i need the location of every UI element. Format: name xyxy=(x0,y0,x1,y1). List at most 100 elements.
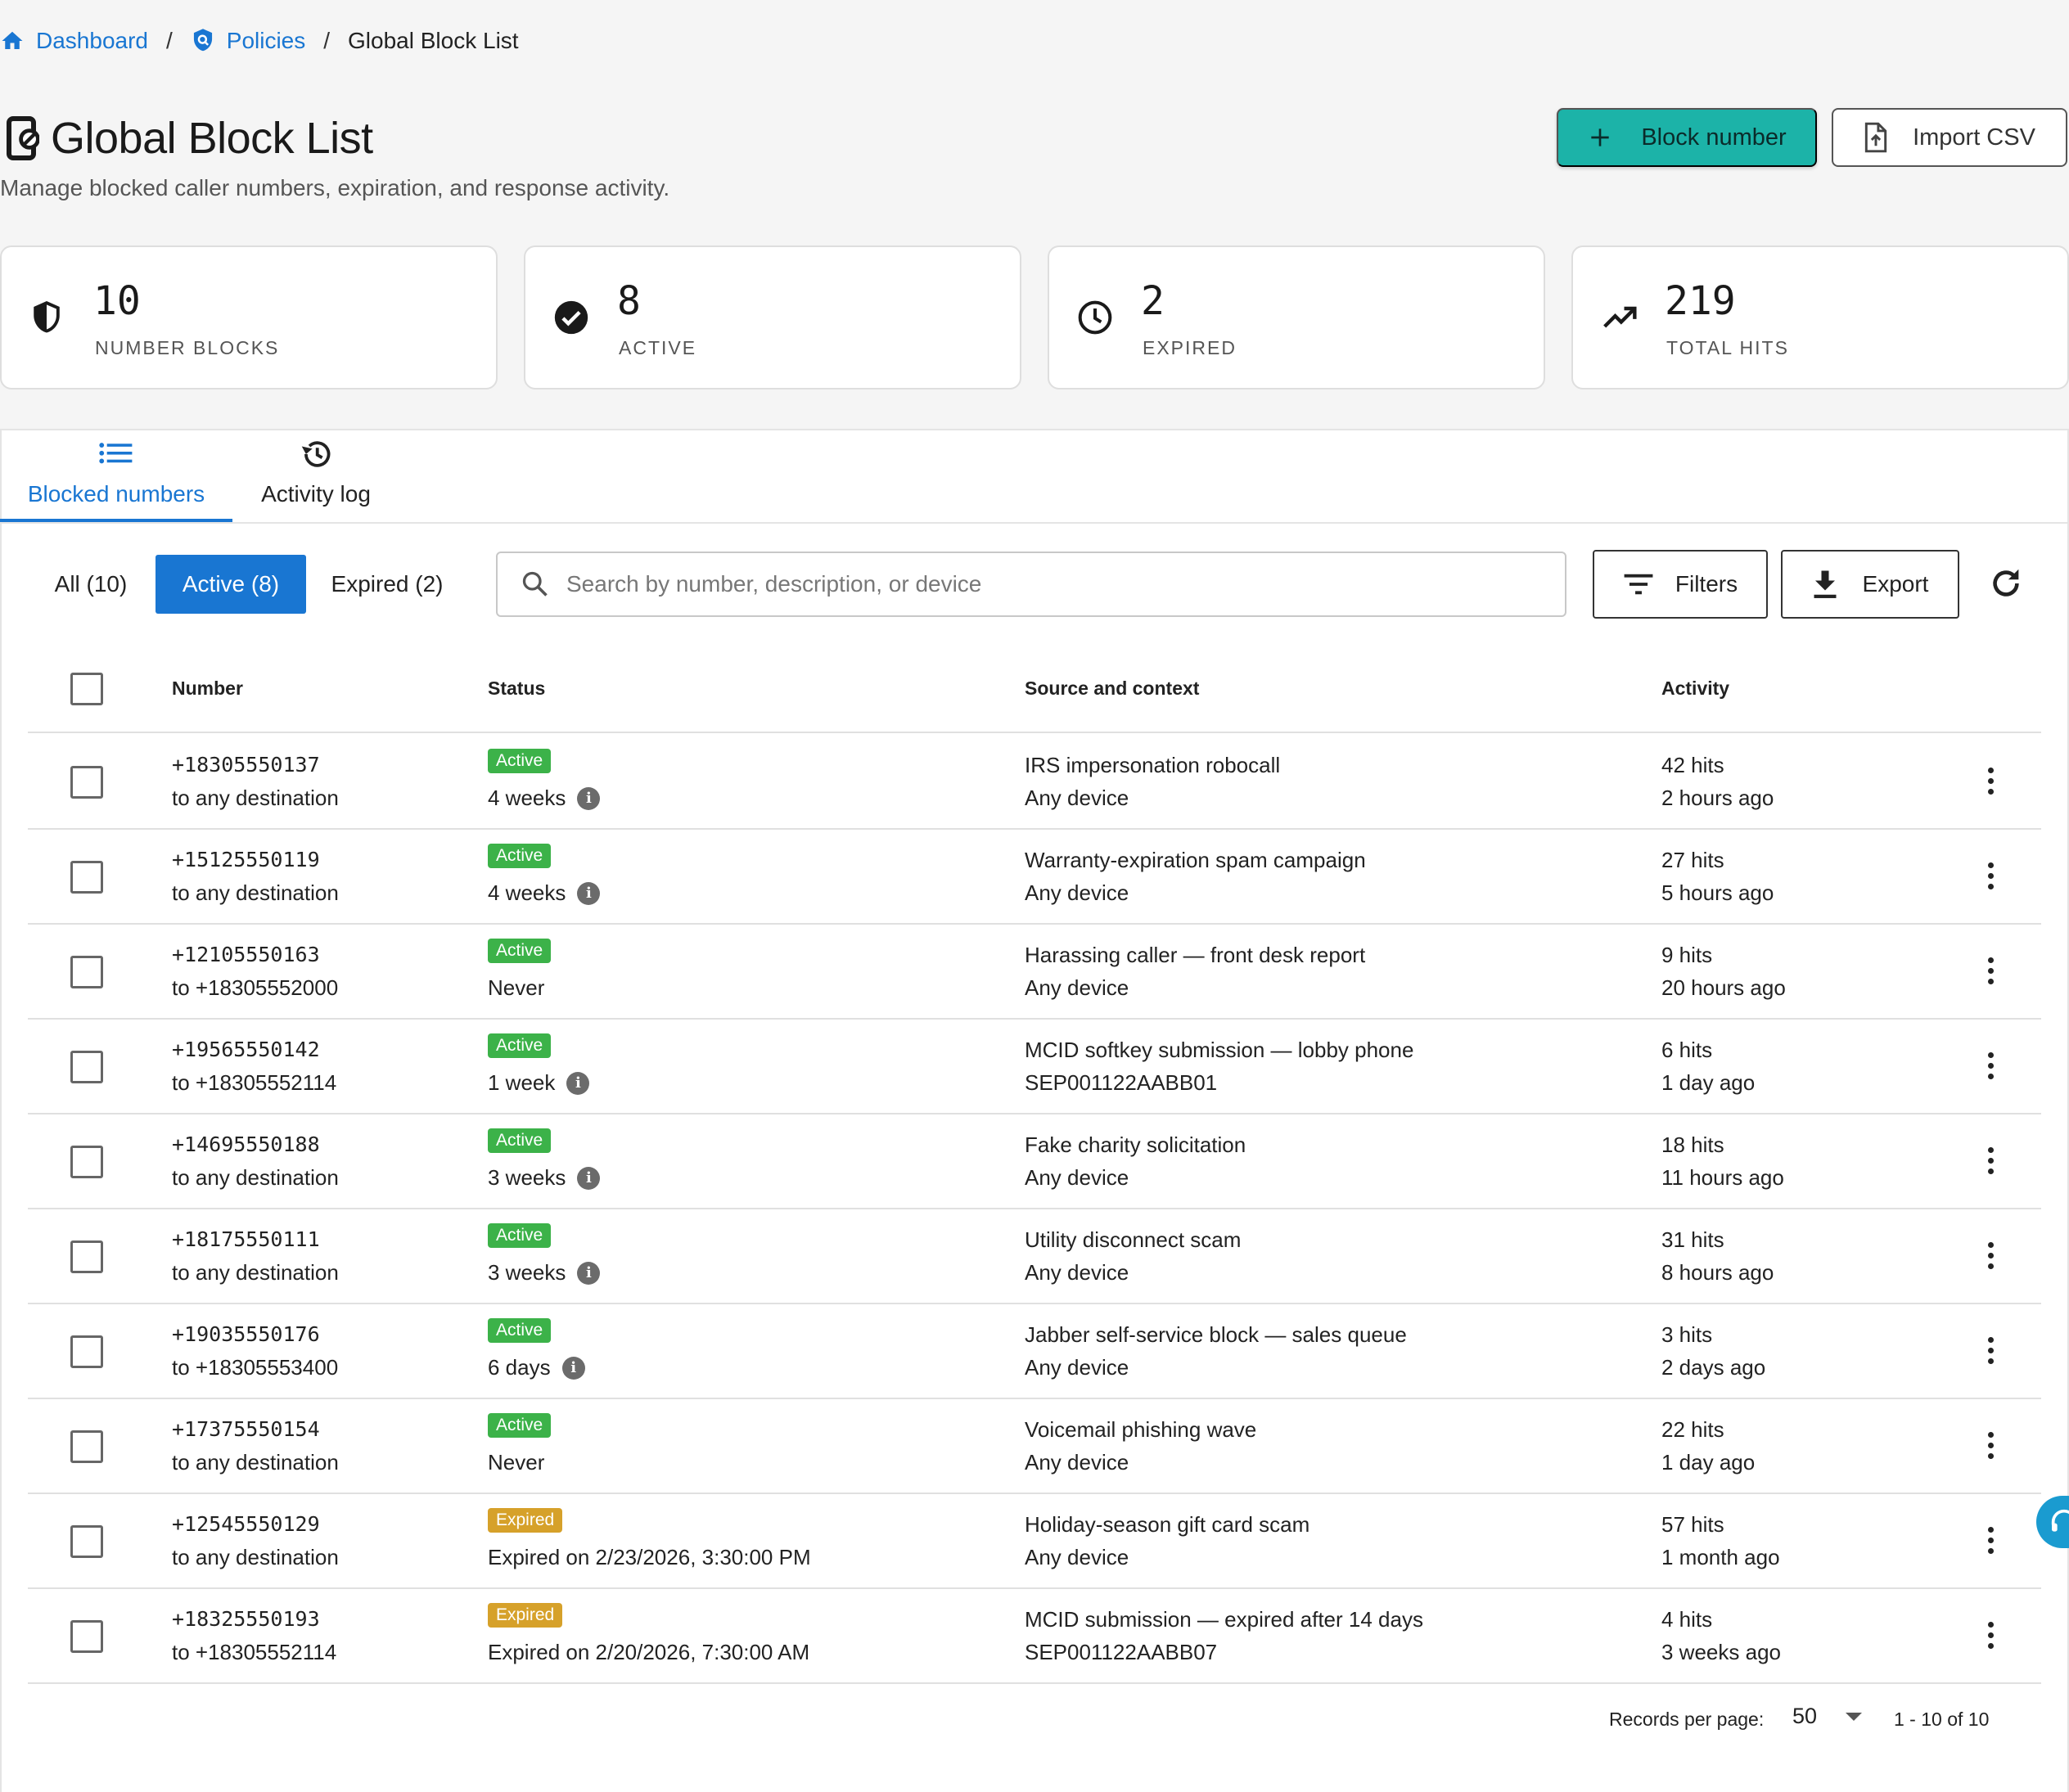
block-duration: Never xyxy=(488,1450,544,1475)
row-menu-icon[interactable] xyxy=(1982,1147,1999,1180)
row-checkbox[interactable] xyxy=(70,861,103,894)
select-all-checkbox[interactable] xyxy=(70,673,103,705)
filter-expired[interactable]: Expired (2) xyxy=(309,555,465,614)
page-title: Global Block List xyxy=(51,114,373,163)
breadcrumb-policies-link[interactable]: Policies xyxy=(191,28,305,54)
filters-label: Filters xyxy=(1675,571,1738,597)
hit-count: 3 hits xyxy=(1661,1322,1713,1347)
block-duration: 4 weeks i xyxy=(488,786,601,811)
history-icon xyxy=(299,439,333,470)
last-hit: 1 month ago xyxy=(1661,1545,1780,1569)
table-row[interactable]: +19035550176 to +18305553400 Active 6 days i… xyxy=(28,1304,2041,1399)
duration-text: 1 week xyxy=(488,1070,556,1095)
info-icon[interactable]: i xyxy=(577,881,601,905)
clock-icon xyxy=(1077,299,1113,335)
destination: to any destination xyxy=(172,1260,339,1285)
row-menu-icon[interactable] xyxy=(1982,1622,1999,1655)
tab-label: Blocked numbers xyxy=(27,481,205,507)
shield-icon xyxy=(29,299,64,337)
stat-value: 219 xyxy=(1665,278,1736,324)
blocked-number: +18175550111 xyxy=(172,1227,320,1251)
table-row[interactable]: +19565550142 to +18305552114 Active 1 week i… xyxy=(28,1020,2041,1114)
status-badge: Active xyxy=(488,1413,552,1438)
breadcrumb-dashboard-link[interactable]: Dashboard xyxy=(0,28,148,54)
info-icon[interactable]: i xyxy=(577,1166,601,1190)
table-row[interactable]: +17375550154 to any destination Active Neve… xyxy=(28,1399,2041,1494)
blocked-number: +12545550129 xyxy=(172,1512,320,1536)
info-icon[interactable]: i xyxy=(561,1356,585,1380)
row-checkbox[interactable] xyxy=(70,1240,103,1273)
search-input[interactable] xyxy=(566,571,1532,597)
row-checkbox[interactable] xyxy=(70,1146,103,1178)
block-number-button[interactable]: Block number xyxy=(1557,108,1817,167)
row-menu-icon[interactable] xyxy=(1982,1527,1999,1560)
status-badge: Active xyxy=(488,1318,552,1343)
row-checkbox[interactable] xyxy=(70,766,103,799)
destination: to any destination xyxy=(172,1545,339,1569)
tab-activity-log[interactable]: Activity log xyxy=(232,440,399,522)
source-device: Any device xyxy=(1025,880,1129,905)
row-menu-icon[interactable] xyxy=(1982,862,1999,895)
info-icon[interactable]: i xyxy=(566,1071,590,1095)
source-description: Utility disconnect scam xyxy=(1025,1227,1242,1252)
table-row[interactable]: +18325550193 to +18305552114 Expired Expire… xyxy=(28,1589,2041,1684)
search-icon xyxy=(521,570,550,599)
table-row[interactable]: +15125550119 to any destination Active 4 we… xyxy=(28,830,2041,925)
column-header-number: Number xyxy=(172,678,243,699)
duration-text: 6 days xyxy=(488,1355,551,1380)
last-hit: 11 hours ago xyxy=(1661,1165,1784,1190)
row-menu-icon[interactable] xyxy=(1982,1432,1999,1465)
filter-all[interactable]: All (10) xyxy=(29,555,152,614)
hit-count: 31 hits xyxy=(1661,1227,1724,1252)
destination: to +18305553400 xyxy=(172,1355,339,1380)
table-row[interactable]: +14695550188 to any destination Active 3 we… xyxy=(28,1114,2041,1209)
refresh-icon[interactable] xyxy=(1987,565,2025,602)
records-per-page-select[interactable]: 50 xyxy=(1792,1704,1863,1729)
last-hit: 3 weeks ago xyxy=(1661,1640,1781,1664)
block-duration: Never xyxy=(488,975,544,1001)
duration-text: Expired on 2/23/2026, 3:30:00 PM xyxy=(488,1545,811,1569)
row-menu-icon[interactable] xyxy=(1982,957,1999,990)
duration-text: 4 weeks xyxy=(488,880,566,905)
row-checkbox[interactable] xyxy=(70,1525,103,1558)
source-description: MCID submission — expired after 14 days xyxy=(1025,1607,1423,1632)
info-icon[interactable]: i xyxy=(577,1261,601,1285)
home-icon xyxy=(0,29,25,53)
breadcrumb-separator: / xyxy=(323,28,331,53)
source-description: Holiday-season gift card scam xyxy=(1025,1512,1310,1537)
stat-card-number-blocks: 10 NUMBER BLOCKS xyxy=(0,245,498,389)
source-description: Warranty-expiration spam campaign xyxy=(1025,848,1366,872)
row-menu-icon[interactable] xyxy=(1982,768,1999,800)
filters-button[interactable]: Filters xyxy=(1593,550,1768,619)
file-upload-icon xyxy=(1864,122,1888,153)
info-icon[interactable]: i xyxy=(577,786,601,810)
table-row[interactable]: +12105550163 to +18305552000 Active Never Ha… xyxy=(28,925,2041,1020)
duration-text: Never xyxy=(488,975,545,1000)
row-menu-icon[interactable] xyxy=(1982,1337,1999,1370)
column-header-status: Status xyxy=(488,678,546,699)
stat-card-total-hits: 219 TOTAL HITS xyxy=(1571,245,2069,389)
row-checkbox[interactable] xyxy=(70,1620,103,1653)
row-menu-icon[interactable] xyxy=(1982,1242,1999,1275)
row-checkbox[interactable] xyxy=(70,1051,103,1083)
tab-divider xyxy=(0,522,2069,524)
row-menu-icon[interactable] xyxy=(1982,1052,1999,1085)
source-device: Any device xyxy=(1025,1260,1129,1285)
table-row[interactable]: +12545550129 to any destination Expired Exp… xyxy=(28,1494,2041,1589)
row-checkbox[interactable] xyxy=(70,1335,103,1368)
table-row[interactable]: +18305550137 to any destination Active 4 we… xyxy=(28,735,2041,830)
phone-block-icon xyxy=(7,116,39,160)
tab-blocked-numbers[interactable]: Blocked numbers xyxy=(0,440,232,522)
status-badge: Active xyxy=(488,1033,552,1058)
last-hit: 20 hours ago xyxy=(1661,975,1786,1000)
status-badge: Active xyxy=(488,939,552,963)
filter-active[interactable]: Active (8) xyxy=(156,555,306,614)
export-button[interactable]: Export xyxy=(1781,550,1959,619)
row-checkbox[interactable] xyxy=(70,1430,103,1463)
import-csv-button[interactable]: Import CSV xyxy=(1832,108,2067,167)
row-checkbox[interactable] xyxy=(70,956,103,988)
stat-card-active: 8 ACTIVE xyxy=(524,245,1021,389)
import-csv-label: Import CSV xyxy=(1913,124,2035,151)
table-row[interactable]: +18175550111 to any destination Active 3 we… xyxy=(28,1209,2041,1304)
hit-count: 4 hits xyxy=(1661,1607,1713,1632)
